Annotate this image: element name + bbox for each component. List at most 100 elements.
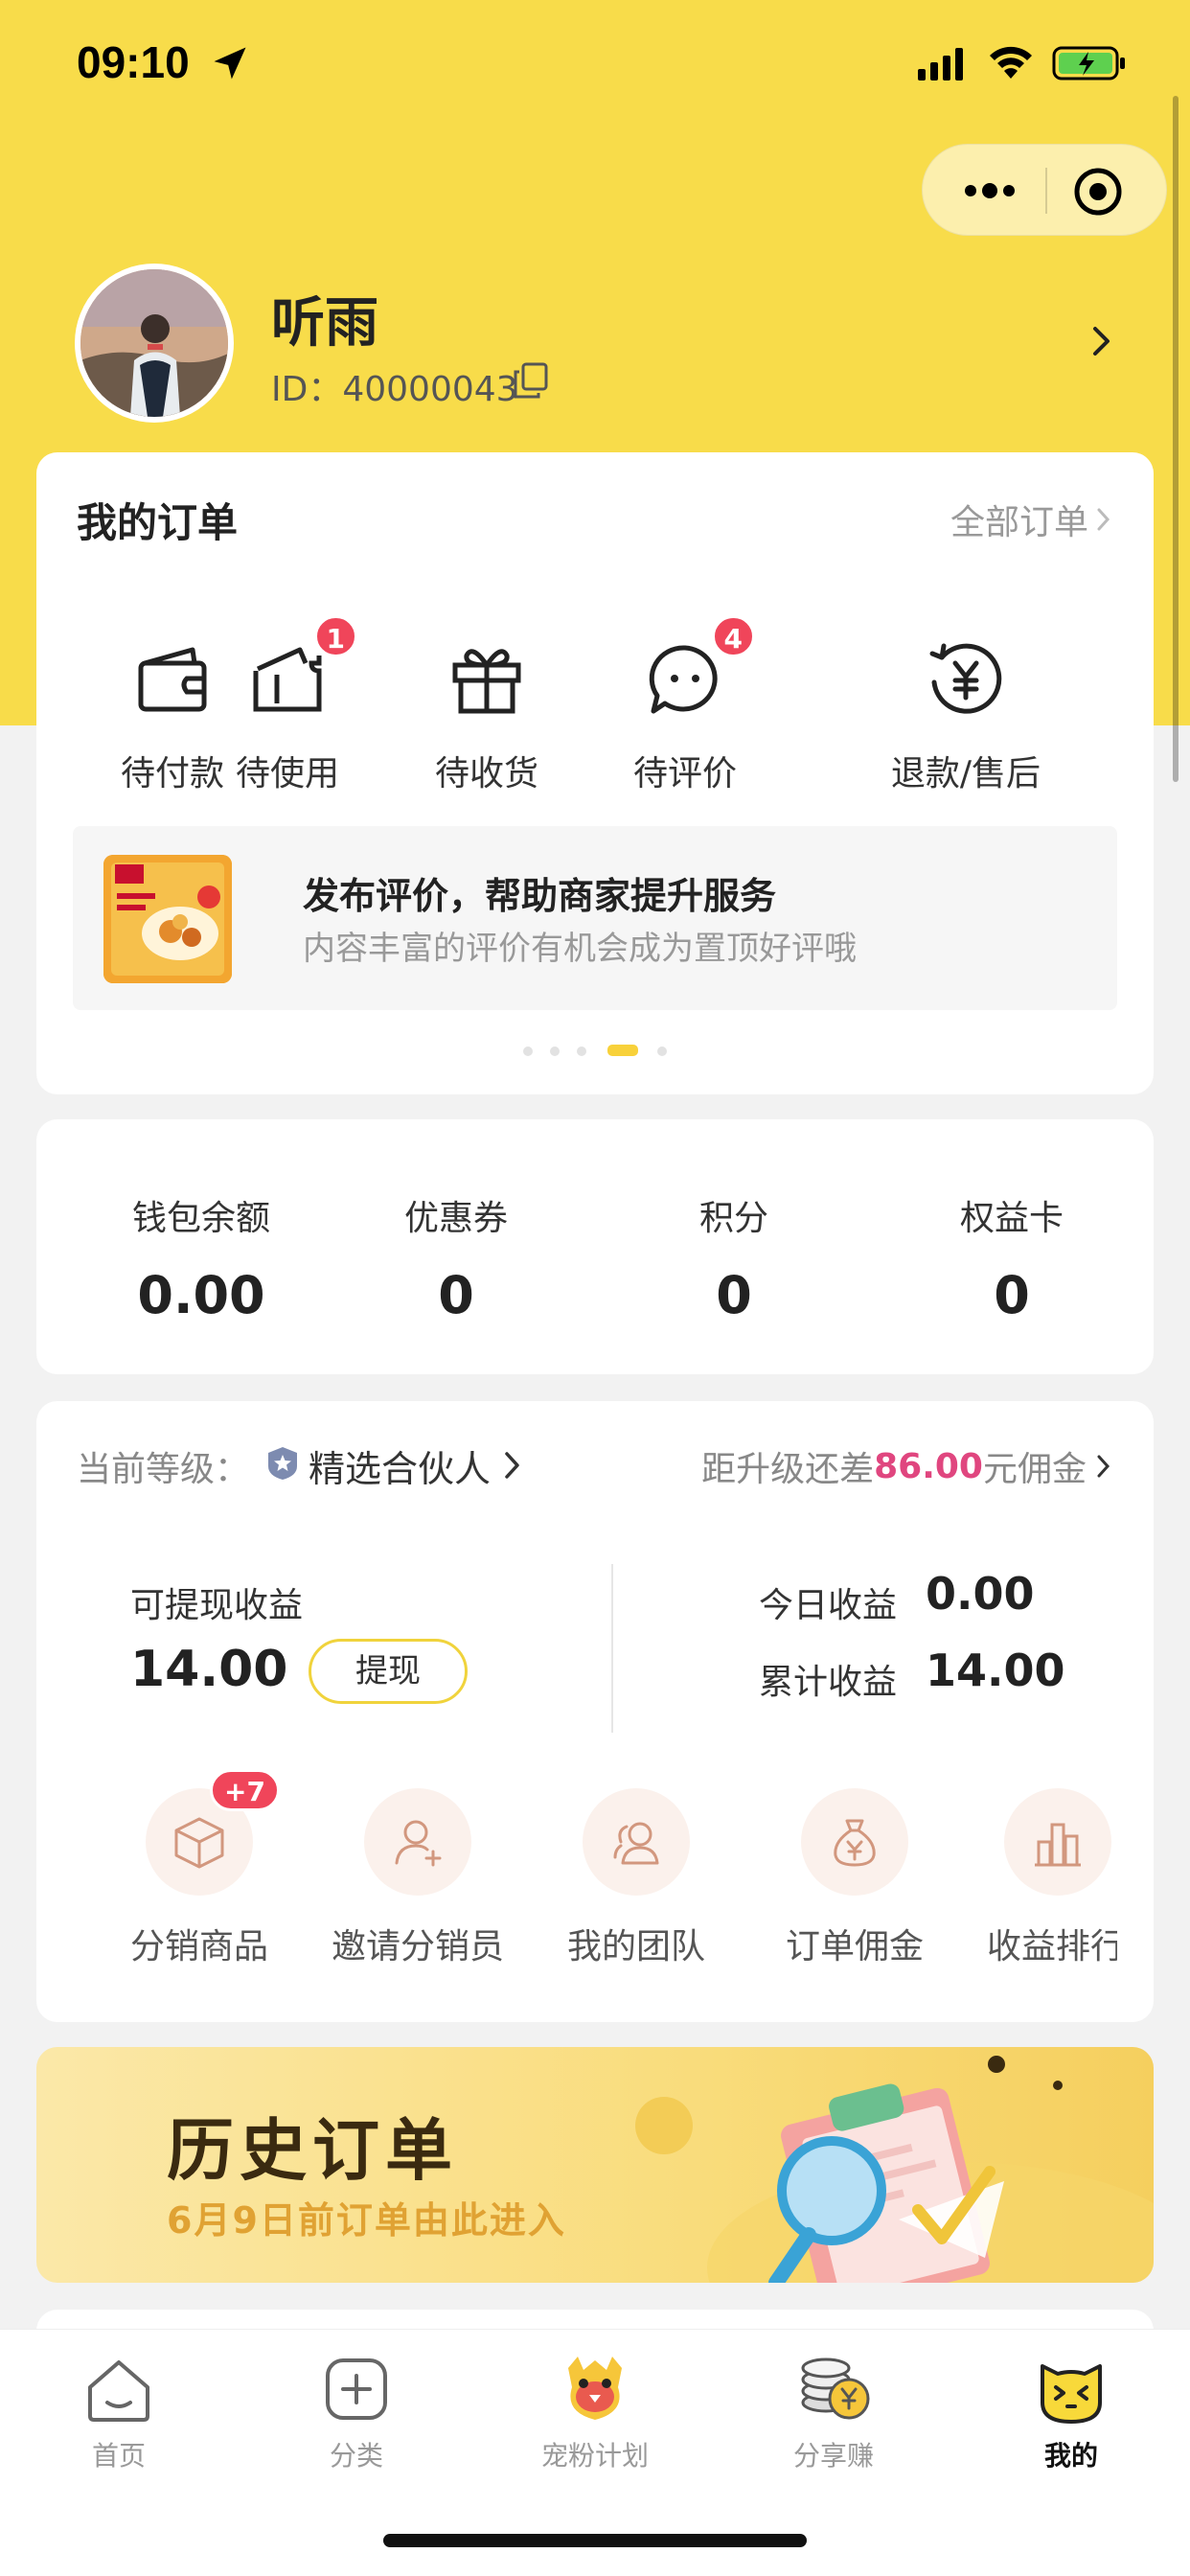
scrollbar[interactable]	[1173, 96, 1179, 782]
plus-square-icon	[326, 2358, 387, 2420]
new-items-badge: +7	[210, 1769, 280, 1811]
total-earnings-label: 累计收益	[759, 1663, 898, 1702]
carousel-dot	[657, 1046, 667, 1056]
order-status-refund[interactable]: 退款/售后	[851, 636, 1081, 795]
order-status-to-receive[interactable]: 待收货	[391, 636, 583, 795]
tool-my-team[interactable]: 我的团队	[540, 1788, 732, 1968]
all-orders-link[interactable]: 全部订单	[950, 494, 1111, 544]
chevron-right-icon	[1097, 508, 1110, 531]
tool-earnings-ranking[interactable]: 收益排行	[977, 1788, 1117, 1968]
status-bar: 09:10	[0, 0, 1190, 125]
upgrade-suffix: 元佣金	[982, 1450, 1087, 1489]
home-indicator	[383, 2534, 807, 2547]
points[interactable]: 积分 0	[629, 1190, 839, 1325]
avatar[interactable]	[75, 264, 234, 423]
tab-category[interactable]: 分类	[280, 2349, 433, 2473]
level-name[interactable]: 精选合伙人	[309, 1439, 491, 1492]
cellular-signal-icon	[918, 48, 963, 80]
miniprogram-capsule	[922, 144, 1167, 236]
asset-label: 钱包余额	[131, 1199, 270, 1238]
asset-value: 0	[438, 1265, 474, 1325]
carousel-dot-active	[607, 1045, 638, 1056]
tab-home[interactable]: 首页	[42, 2349, 195, 2473]
more-options-icon[interactable]	[961, 175, 1018, 206]
level-label: 当前等级：	[77, 1450, 250, 1489]
asset-value: 0	[716, 1265, 752, 1325]
history-orders-banner[interactable]: 历史订单 6月9日前订单由此进入	[36, 2047, 1154, 2283]
coins-icon	[801, 2358, 870, 2420]
home-icon	[88, 2360, 149, 2422]
order-status-to-use[interactable]: 1 待使用	[192, 615, 383, 795]
cat-face-icon	[1041, 2364, 1102, 2424]
promo-title: 发布评价，帮助商家提升服务	[303, 875, 777, 917]
orders-title: 我的订单	[77, 499, 239, 546]
level-badge-icon	[268, 1447, 297, 1480]
notification-badge: 4	[711, 615, 755, 657]
asset-value: 0.00	[137, 1265, 265, 1325]
tab-fan-plan[interactable]: 宠粉计划	[518, 2349, 672, 2473]
benefit-cards[interactable]: 权益卡 0	[906, 1190, 1117, 1325]
tool-invite-distributor[interactable]: 邀请分销员	[322, 1788, 514, 1968]
upgrade-prefix: 距升级还差	[701, 1450, 875, 1489]
asset-label: 积分	[698, 1199, 768, 1238]
tool-label: 分销商品	[129, 1927, 268, 1966]
order-status-label: 退款/售后	[890, 754, 1041, 794]
tab-label: 分类	[329, 2440, 383, 2472]
user-name: 听雨	[271, 292, 378, 355]
tool-label: 订单佣金	[785, 1927, 924, 1966]
today-earnings-label: 今日收益	[759, 1586, 898, 1625]
upgrade-amount: 86.00	[874, 1446, 983, 1486]
tab-label: 首页	[91, 2440, 146, 2472]
order-status-to-review[interactable]: 4 待评价	[589, 615, 781, 795]
carousel-dot	[550, 1046, 560, 1056]
status-time: 09:10	[77, 37, 190, 87]
tool-label: 我的团队	[566, 1927, 705, 1966]
level-chevron-right-icon[interactable]	[504, 1451, 521, 1480]
location-arrow-icon	[214, 47, 246, 80]
tool-label: 邀请分销员	[331, 1927, 504, 1966]
asset-label: 优惠券	[403, 1199, 508, 1238]
refund-yen-icon	[929, 643, 1002, 714]
tab-mine[interactable]: 我的	[995, 2349, 1148, 2473]
upgrade-progress-link[interactable]: 距升级还差 86.00 元佣金	[701, 1441, 1111, 1491]
tab-label: 分享赚	[792, 2440, 874, 2472]
close-miniprogram-icon[interactable]	[1072, 166, 1124, 218]
history-title: 历史订单	[167, 2111, 458, 2190]
order-status-label: 待收货	[434, 754, 538, 794]
promo-thumbnail	[103, 855, 232, 983]
profile-chevron-right-icon[interactable]	[1090, 324, 1113, 358]
notification-badge: 1	[313, 615, 357, 657]
review-promo-banner[interactable]: 发布评价，帮助商家提升服务 内容丰富的评价有机会成为置顶好评哦	[73, 826, 1117, 1010]
add-user-icon	[395, 1820, 442, 1867]
capsule-divider	[1045, 168, 1047, 214]
tab-label: 宠粉计划	[540, 2440, 649, 2472]
mascot-icon	[568, 2357, 622, 2420]
asset-label: 权益卡	[959, 1199, 1064, 1238]
all-orders-label: 全部订单	[950, 503, 1088, 542]
ticket-icon	[253, 647, 322, 712]
chevron-right-icon	[1097, 1455, 1110, 1478]
carousel-indicator	[36, 1045, 1154, 1058]
earnings-divider	[611, 1564, 613, 1733]
box-icon	[174, 1817, 224, 1869]
battery-icon	[1052, 46, 1125, 80]
team-icon	[613, 1822, 659, 1865]
today-earnings-value: 0.00	[926, 1568, 1035, 1620]
user-id: ID：40000043	[271, 370, 518, 409]
tab-label: 我的	[1043, 2440, 1098, 2472]
coupons[interactable]: 优惠券 0	[351, 1190, 561, 1325]
copy-icon[interactable]	[514, 362, 548, 399]
tool-order-commission[interactable]: 订单佣金	[759, 1788, 950, 1968]
carousel-dot	[523, 1046, 533, 1056]
asset-value: 0	[994, 1265, 1030, 1325]
chat-bubble-icon	[649, 645, 718, 714]
orders-card: 我的订单 全部订单 待付款 1 待使用 待收货 4 待评价 退款/售后 发布评价…	[36, 452, 1154, 1094]
avatar-photo	[80, 269, 228, 417]
tab-share-earn[interactable]: 分享赚	[757, 2349, 910, 2473]
history-subtitle: 6月9日前订单由此进入	[167, 2199, 566, 2242]
withdraw-button[interactable]: 提现	[309, 1639, 468, 1704]
bar-chart-icon	[1035, 1823, 1081, 1867]
tool-distribution-products[interactable]: +7 分销商品	[103, 1769, 295, 1968]
money-bag-icon	[834, 1819, 876, 1867]
wallet-balance[interactable]: 钱包余额 0.00	[96, 1190, 307, 1325]
